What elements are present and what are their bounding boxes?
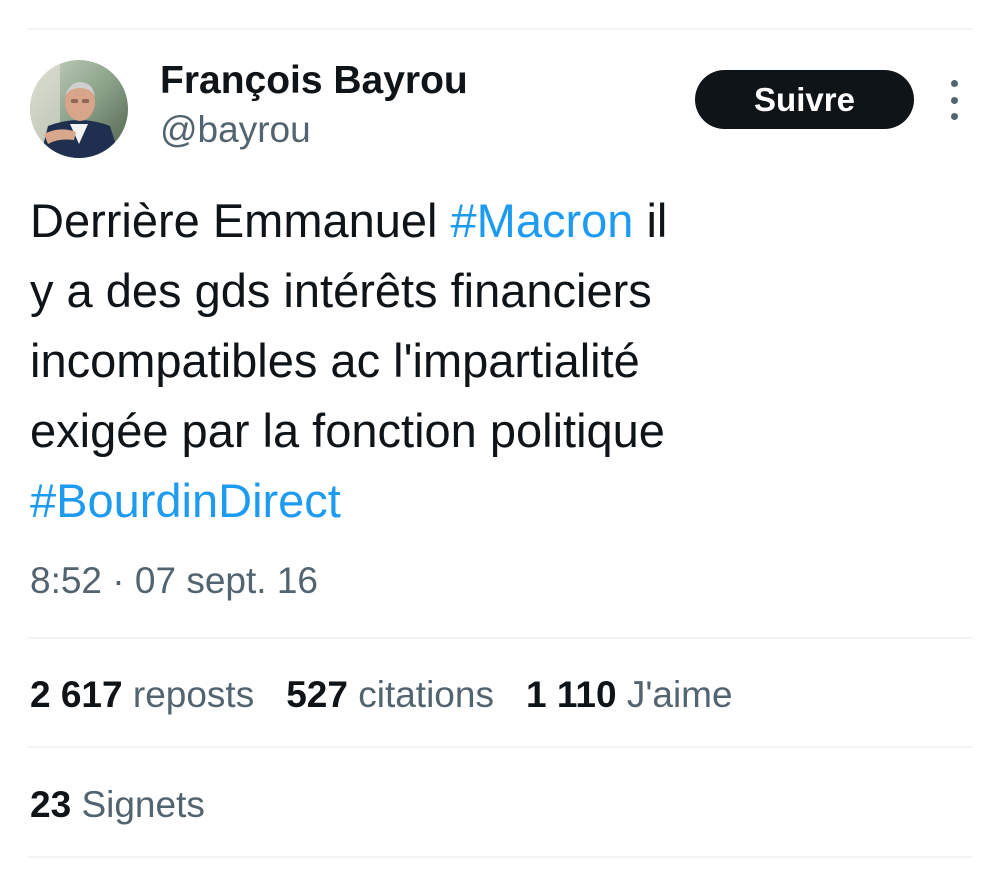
tweet-text: Derrière Emmanuel #Macron il y a des gds… — [30, 186, 830, 536]
author-handle[interactable]: @bayrou — [160, 106, 468, 154]
hashtag-macron[interactable]: #Macron — [451, 194, 634, 247]
divider — [28, 746, 972, 748]
more-dot — [950, 96, 958, 104]
tweet-text-line-1: Derrière Emmanuel #Macron il — [30, 186, 830, 256]
likes-stat[interactable]: 1 110 J'aime — [526, 670, 733, 720]
more-vertical-icon[interactable] — [940, 80, 968, 120]
reposts-label: reposts — [132, 674, 255, 715]
tweet-text-segment: il — [633, 194, 668, 247]
likes-label: J'aime — [626, 674, 733, 715]
bookmarks-count: 23 — [30, 784, 72, 825]
avatar[interactable] — [30, 60, 128, 158]
top-divider — [28, 28, 972, 30]
tweet-timestamp[interactable]: 8:52 · 07 sept. 16 — [30, 556, 318, 606]
tweet-text-line-4: exigée par la fonction politique — [30, 404, 665, 457]
more-dot — [950, 113, 958, 120]
follow-button[interactable]: Suivre — [695, 70, 914, 129]
profile-photo — [30, 60, 128, 158]
hashtag-bourdindirect[interactable]: #BourdinDirect — [30, 474, 341, 527]
divider — [28, 637, 972, 639]
quotes-count: 527 — [286, 674, 348, 715]
author-block[interactable]: François Bayrou @bayrou — [160, 56, 468, 154]
tweet-text-segment: Derrière Emmanuel — [30, 194, 451, 247]
divider — [28, 856, 972, 858]
likes-count: 1 110 — [525, 674, 617, 715]
quotes-label: citations — [358, 674, 494, 715]
reposts-stat[interactable]: 2 617 reposts — [30, 670, 254, 720]
tweet-text-line-3: incompatibles ac l'impartialité — [30, 334, 640, 387]
engagement-stats: 2 617 reposts 527 citations 1 110 J'aime — [30, 670, 765, 720]
bookmarks-stat[interactable]: 23 Signets — [30, 780, 205, 830]
quotes-stat[interactable]: 527 citations — [286, 670, 494, 720]
tweet-text-line-2: y a des gds intérêts financiers — [30, 264, 652, 317]
more-dot — [950, 80, 958, 87]
reposts-count: 2 617 — [30, 674, 123, 715]
bookmarks-label: Signets — [81, 784, 205, 825]
author-name[interactable]: François Bayrou — [160, 56, 468, 106]
tweet-text-line-5: #BourdinDirect — [30, 466, 830, 536]
